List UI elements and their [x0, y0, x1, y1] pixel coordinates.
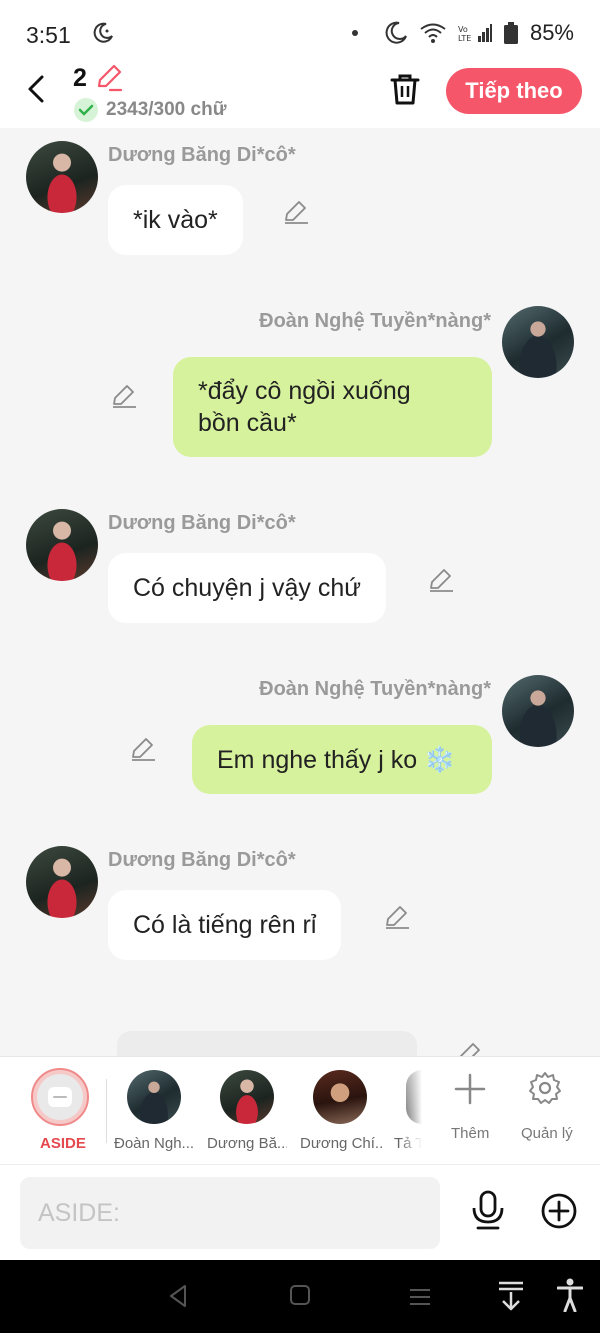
- avatar[interactable]: [502, 675, 574, 747]
- nav-menu-icon[interactable]: [409, 1287, 431, 1307]
- message-count: 2: [73, 64, 87, 92]
- volte-signal-icon: Vo LTE: [458, 24, 492, 43]
- character-label: Dương Bă...: [207, 1135, 287, 1152]
- divider: [106, 1079, 107, 1143]
- sender-name: Đoàn Nghệ Tuyền*nàng*: [259, 310, 491, 332]
- editor-header: 2 2343/300 chữ Tiếp theo: [0, 62, 600, 128]
- more-label[interactable]: Thêm: [451, 1125, 489, 1142]
- edit-pencil-icon[interactable]: [129, 735, 157, 763]
- message-bubble[interactable]: *ik vào*: [108, 185, 243, 255]
- character-avatar-duong-chi[interactable]: [313, 1070, 367, 1124]
- character-label: Dương Chí...: [300, 1135, 382, 1152]
- edit-pencil-icon[interactable]: [427, 566, 455, 594]
- battery-level: 85%: [529, 20, 574, 45]
- edit-pencil-icon[interactable]: [456, 1040, 484, 1056]
- notification-dot: [351, 30, 358, 36]
- check-icon: [74, 98, 98, 122]
- manage-label[interactable]: Quản lý: [521, 1125, 573, 1142]
- sender-name: Đoàn Nghệ Tuyền*nàng*: [259, 678, 491, 700]
- add-icon[interactable]: [454, 1073, 486, 1105]
- status-icons: Vo LTE 85%: [351, 20, 574, 46]
- character-avatar-doan[interactable]: [127, 1070, 181, 1124]
- nav-home-icon[interactable]: [289, 1284, 311, 1306]
- composer: [0, 1164, 600, 1260]
- avatar[interactable]: [26, 141, 98, 213]
- avatar[interactable]: [502, 306, 574, 378]
- battery-icon: [503, 22, 518, 44]
- avatar[interactable]: [26, 846, 98, 918]
- message-bubble-partial[interactable]: [117, 1031, 417, 1056]
- status-time: 3:51: [26, 22, 71, 48]
- nav-back-icon[interactable]: [167, 1284, 189, 1308]
- scroll-fade: [400, 1057, 422, 1165]
- sender-name: Dương Băng Di*cô*: [108, 144, 296, 166]
- svg-text:LTE: LTE: [458, 34, 471, 43]
- aside-button[interactable]: [31, 1068, 89, 1126]
- trash-icon[interactable]: [388, 72, 422, 106]
- character-avatar-duong-bang[interactable]: [220, 1070, 274, 1124]
- next-button[interactable]: Tiếp theo: [446, 68, 582, 114]
- message-input[interactable]: [20, 1177, 440, 1249]
- message-bubble[interactable]: Có chuyện j vậy chứ: [108, 553, 386, 623]
- moon-icon: [385, 21, 407, 44]
- message-bubble[interactable]: Em nghe thấy j ko ❄️: [192, 725, 492, 794]
- edit-pencil-icon[interactable]: [383, 903, 411, 931]
- status-bar: 3:51 Vo LTE 85%: [0, 0, 600, 62]
- edit-pencil-icon[interactable]: [282, 198, 310, 226]
- add-circle-icon[interactable]: [540, 1192, 578, 1230]
- message-bubble[interactable]: Có là tiếng rên rỉ: [108, 890, 342, 960]
- aside-inner: [37, 1074, 83, 1120]
- do-not-disturb-moon-icon: [93, 22, 113, 43]
- keyboard-hide-icon[interactable]: [498, 1280, 524, 1312]
- avatar[interactable]: [26, 509, 98, 581]
- character-selector: ASIDE Đoàn Ngh... Dương Bă... Dương Chí.…: [0, 1056, 600, 1165]
- back-arrow-icon[interactable]: [22, 74, 52, 104]
- aside-label: ASIDE: [40, 1135, 86, 1152]
- wifi-icon: [420, 23, 446, 43]
- gear-icon[interactable]: [528, 1071, 562, 1105]
- message-line: *đẩy cô ngồi xuống: [198, 377, 411, 405]
- microphone-icon[interactable]: [470, 1190, 506, 1230]
- aside-message-icon: [48, 1087, 72, 1107]
- message-bubble[interactable]: *đẩy cô ngồi xuống bồn cầu*: [173, 357, 492, 457]
- chat-area[interactable]: Dương Băng Di*cô* *ik vào* Đoàn Nghệ Tuy…: [0, 128, 600, 1056]
- sender-name: Dương Băng Di*cô*: [108, 849, 296, 871]
- sender-name: Dương Băng Di*cô*: [108, 512, 296, 534]
- message-line: bồn cầu*: [198, 409, 297, 437]
- word-count: 2343/300 chữ: [106, 99, 227, 120]
- accessibility-icon[interactable]: [557, 1278, 583, 1312]
- character-label: Đoàn Ngh...: [114, 1135, 194, 1152]
- system-nav-bar: [0, 1260, 600, 1333]
- svg-text:Vo: Vo: [458, 25, 468, 34]
- pencil-icon[interactable]: [95, 64, 123, 92]
- edit-pencil-icon[interactable]: [110, 382, 138, 410]
